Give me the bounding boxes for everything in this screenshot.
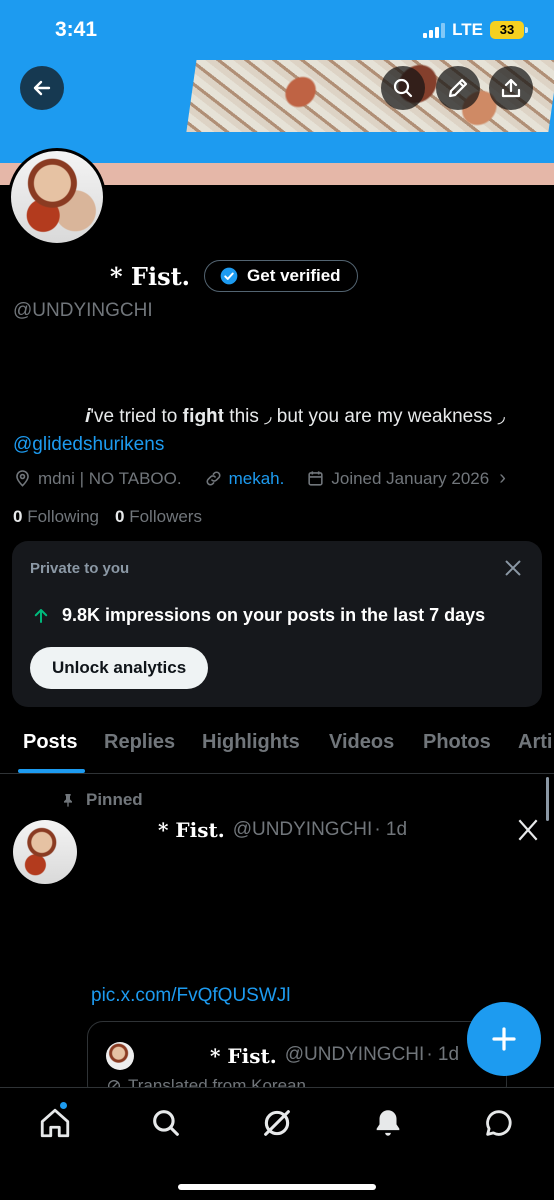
post-media-link[interactable]: pic.x.com/FvQfQUSWJl — [91, 985, 291, 1007]
profile-handle: @UNDYINGCHI — [13, 300, 153, 321]
notification-dot — [60, 1102, 67, 1109]
location: mdni | NO TABOO. — [13, 469, 182, 489]
joined-text: Joined January 2026 — [331, 468, 490, 488]
card-title: Private to you — [30, 560, 130, 577]
tab-highlights[interactable]: Highlights — [202, 731, 300, 754]
following-count: 0 — [13, 507, 23, 526]
post-author-avatar[interactable] — [13, 820, 77, 884]
verified-badge-icon — [220, 267, 238, 285]
network-type: LTE — [452, 20, 483, 39]
bio-mention-link[interactable]: @glidedshurikens — [13, 434, 164, 455]
x-logo-icon — [518, 819, 538, 841]
get-verified-button[interactable]: Get verified — [204, 260, 358, 292]
active-tab-indicator — [18, 769, 85, 773]
bottom-navigation — [0, 1087, 554, 1200]
scrollbar[interactable] — [546, 777, 549, 821]
name-row: * Fist. Get verified — [110, 260, 358, 292]
home-icon — [40, 1108, 70, 1138]
message-icon — [486, 1110, 512, 1136]
nav-home[interactable] — [38, 1106, 72, 1140]
profile-tabs: Posts Replies Highlights Videos Photos A… — [0, 722, 554, 774]
impressions-text: 9.8K impressions on your posts in the la… — [62, 605, 486, 625]
quote-author-name: * Fist. — [210, 1044, 277, 1068]
nav-messages[interactable] — [482, 1106, 516, 1140]
search-button[interactable] — [381, 66, 425, 110]
impressions-stat: 9.8K impressions on your posts in the la… — [32, 605, 485, 626]
post-header: * Fist. @UNDYINGCHI · 1d — [158, 818, 407, 842]
search-icon — [153, 1110, 179, 1136]
close-icon[interactable] — [502, 557, 524, 579]
profile-bio: 𝒊've tried to 𝐟𝐢𝐠𝐡𝐭 this ◞ but you are m… — [13, 403, 548, 459]
follow-counts: 0 Following 0 Followers — [13, 507, 202, 527]
quote-time: · 1d — [426, 1044, 460, 1065]
nav-search[interactable] — [149, 1106, 183, 1140]
search-icon — [393, 78, 413, 98]
chevron-right-icon[interactable]: › — [499, 467, 506, 490]
location-pin-icon — [16, 470, 29, 487]
status-time: 3:41 — [55, 18, 98, 41]
followers-label: Followers — [129, 507, 202, 526]
website[interactable]: mekah. — [204, 469, 285, 489]
joined-date: Joined January 2026 › — [306, 467, 506, 490]
location-text: mdni | NO TABOO. — [38, 468, 182, 488]
post-author-name[interactable]: * Fist. — [158, 818, 225, 842]
post-time: · 1d — [374, 819, 408, 840]
following-label: Following — [27, 507, 100, 526]
get-verified-label: Get verified — [247, 266, 341, 285]
share-icon — [501, 78, 521, 98]
arrow-left-icon — [33, 80, 51, 96]
tab-videos[interactable]: Videos — [329, 731, 394, 754]
bio-text: 𝒊've tried to 𝐟𝐢𝐠𝐡𝐭 this ◞ but you are m… — [85, 406, 505, 427]
quote-author-avatar — [106, 1042, 134, 1070]
battery-icon: 33 — [490, 21, 528, 39]
status-indicators: LTE 33 — [423, 20, 528, 40]
followers-link[interactable]: 0 Followers — [115, 507, 202, 527]
plus-icon — [492, 1027, 516, 1051]
tab-articles[interactable]: Arti — [518, 731, 552, 754]
website-link[interactable]: mekah. — [229, 469, 285, 489]
signal-icon — [423, 22, 446, 38]
profile-avatar[interactable] — [8, 148, 106, 246]
profile-meta: mdni | NO TABOO. mekah. Joined January 2… — [13, 467, 528, 490]
edit-button[interactable] — [436, 66, 480, 110]
bell-icon — [376, 1110, 400, 1136]
compose-post-button[interactable] — [467, 1002, 541, 1076]
post-author-handle: @UNDYINGCHI — [232, 819, 373, 840]
nav-notifications[interactable] — [371, 1106, 405, 1140]
display-name: * Fist. — [110, 261, 191, 291]
unlock-analytics-button[interactable]: Unlock analytics — [30, 647, 209, 689]
link-icon — [206, 471, 221, 486]
tab-replies[interactable]: Replies — [104, 731, 175, 754]
share-button[interactable] — [489, 66, 533, 110]
nav-grok[interactable] — [260, 1106, 294, 1140]
followers-count: 0 — [115, 507, 125, 526]
quote-header: * Fist. @UNDYINGCHI · 1d — [210, 1044, 459, 1068]
arrow-up-icon — [34, 608, 48, 623]
calendar-icon — [308, 471, 323, 486]
tab-photos[interactable]: Photos — [423, 731, 491, 754]
pin-icon — [64, 794, 72, 807]
pinned-label: Pinned — [60, 790, 143, 810]
following-link[interactable]: 0 Following — [13, 507, 99, 527]
analytics-card: Private to you 9.8K impressions on your … — [12, 541, 542, 707]
pencil-icon — [448, 78, 468, 98]
home-indicator[interactable] — [178, 1184, 376, 1190]
status-bar: 3:41 LTE 33 — [0, 0, 554, 60]
back-button[interactable] — [20, 66, 64, 110]
tab-posts[interactable]: Posts — [23, 731, 77, 754]
quote-author-handle: @UNDYINGCHI — [284, 1044, 425, 1065]
grok-icon — [264, 1110, 290, 1136]
pinned-text: Pinned — [86, 790, 143, 809]
